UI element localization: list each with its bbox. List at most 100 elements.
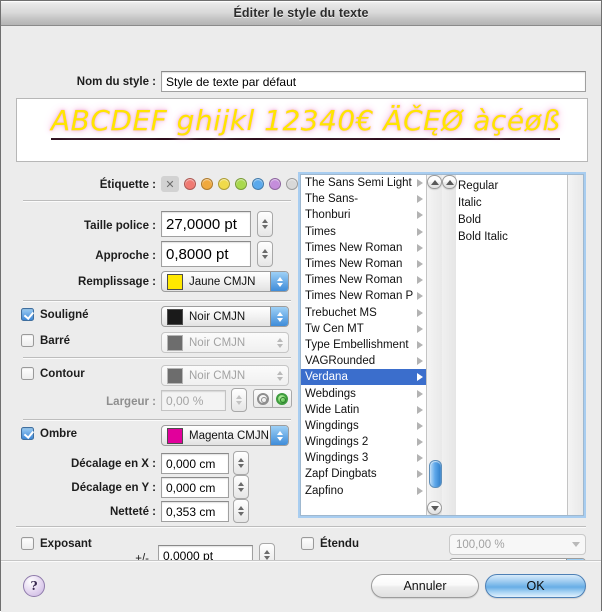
checkbox-box	[21, 308, 34, 321]
font-list-item-label: Times New Roman	[305, 258, 403, 271]
font-list-item[interactable]: Times New Roman	[301, 240, 426, 256]
tracking-input[interactable]: 0,8000 pt	[161, 241, 251, 267]
font-list-item[interactable]: Verdana	[301, 369, 426, 386]
font-style-item[interactable]: Italic	[456, 194, 554, 211]
cancel-button[interactable]: Annuler	[371, 574, 479, 598]
outline-width-stepper[interactable]	[231, 388, 247, 412]
chevron-right-icon	[417, 373, 423, 382]
shadow-color-swatch	[167, 427, 183, 444]
font-size-stepper[interactable]	[257, 211, 273, 237]
tag-dot-purple[interactable]	[269, 178, 281, 190]
font-list-item[interactable]: Wide Latin	[301, 402, 426, 418]
font-list-item-label: Times	[305, 225, 336, 238]
style-name-input[interactable]: Style de texte par défaut	[161, 71, 586, 92]
font-list-item[interactable]: Trebuchet MS	[301, 305, 426, 321]
style-list-scrollbar[interactable]	[442, 175, 457, 515]
stepper-up-icon	[238, 506, 244, 510]
font-list-item[interactable]: VAGRounded	[301, 353, 426, 369]
checkbox-box	[21, 537, 34, 550]
chevron-updown-icon	[271, 366, 288, 385]
font-list-item[interactable]: Times New Roman P	[301, 288, 426, 304]
font-list-item[interactable]: Times New Roman	[301, 272, 426, 288]
font-list-item[interactable]: Times New Roman	[301, 256, 426, 272]
superscript-checkbox[interactable]: Exposant	[21, 537, 92, 550]
font-list-item-label: The Sans-	[305, 193, 359, 206]
tag-dot-yellow[interactable]	[218, 178, 230, 190]
font-list-item-label: Times New Roman	[305, 241, 403, 254]
font-list-item[interactable]: Zapf Dingbats	[301, 466, 426, 482]
outline-checkbox[interactable]: Contour	[21, 367, 85, 380]
tag-dot-blue[interactable]	[252, 178, 264, 190]
tracking-stepper[interactable]	[257, 241, 273, 267]
font-list-item[interactable]: Wingdings 3	[301, 450, 426, 466]
shadow-blur-label: Netteté :	[109, 506, 156, 518]
ok-button[interactable]: OK	[485, 574, 586, 598]
fill-color-popup[interactable]: Jaune CMJN	[161, 271, 289, 292]
font-list-item[interactable]: The Sans-	[301, 191, 426, 207]
font-style-item[interactable]: Regular	[456, 177, 554, 194]
font-list-item[interactable]: Zapfino	[301, 483, 426, 499]
tag-dot-gray[interactable]	[286, 178, 298, 190]
divider-1	[23, 200, 291, 201]
chevron-right-icon	[417, 438, 423, 447]
font-list-item[interactable]: Times	[301, 224, 426, 240]
shadow-offset-x-stepper[interactable]	[233, 451, 249, 475]
scrollbar-thumb[interactable]	[429, 460, 442, 488]
preview-sample-text: ABCDEF ghijkl 12340€ ÄČĘØ àçéøß	[51, 104, 561, 140]
font-list-item-label: Type Embellishment	[305, 338, 409, 351]
panel-right-scrollbar[interactable]	[567, 175, 583, 515]
tag-none-button[interactable]: ✕	[161, 176, 179, 192]
underline-label: Souligné	[40, 308, 89, 321]
font-list-item[interactable]: Type Embellishment	[301, 337, 426, 353]
extended-label: Étendu	[320, 537, 359, 550]
shadow-blur-input[interactable]: 0,353 cm	[161, 501, 229, 522]
font-list-item[interactable]: Thonburi	[301, 207, 426, 223]
outline-color-swatch	[167, 367, 183, 384]
font-style-item[interactable]: Bold	[456, 211, 554, 228]
font-list-item[interactable]: Wingdings 2	[301, 434, 426, 450]
font-list-item-label: Wingdings	[305, 419, 359, 432]
font-list-scrollbar[interactable]	[426, 175, 442, 515]
font-list-item[interactable]: The Sans Semi Light	[301, 175, 426, 191]
chevron-updown-icon	[271, 333, 288, 352]
outline-label: Contour	[40, 367, 85, 380]
help-button[interactable]: ?	[23, 575, 45, 597]
shadow-color-popup[interactable]: Magenta CMJN	[161, 425, 289, 446]
strikethrough-color-popup[interactable]: Noir CMJN	[161, 332, 289, 353]
font-style-item[interactable]: Bold Italic	[456, 228, 554, 245]
shadow-offset-y-stepper[interactable]	[233, 475, 249, 499]
tag-dot-orange[interactable]	[201, 178, 213, 190]
font-family-list[interactable]: The Sans Semi Light The Sans- Thonburi Time…	[301, 175, 426, 515]
shadow-checkbox[interactable]: Ombre	[21, 427, 77, 440]
extended-value-combo[interactable]: 100,00 %	[449, 534, 586, 555]
shadow-offset-x-input[interactable]: 0,000 cm	[161, 453, 229, 474]
underline-checkbox[interactable]: Souligné	[21, 308, 89, 321]
tag-color-row: ✕	[161, 176, 298, 192]
tag-dot-green[interactable]	[235, 178, 247, 190]
underline-color-popup[interactable]: Noir CMJN	[161, 306, 289, 327]
font-list-item[interactable]: Webdings	[301, 385, 426, 401]
tag-dot-red[interactable]	[184, 178, 196, 190]
extended-checkbox[interactable]: Étendu	[301, 537, 359, 550]
shadow-blur-stepper[interactable]	[233, 499, 249, 523]
scroll-up-icon[interactable]	[442, 175, 457, 189]
scroll-down-icon[interactable]	[427, 501, 442, 515]
font-size-label: Taille police :	[84, 220, 156, 232]
outline-width-input[interactable]: 0,00 %	[161, 390, 226, 411]
chevron-right-icon	[417, 357, 423, 366]
outline-color-popup[interactable]: Noir CMJN	[161, 365, 289, 386]
font-style-list[interactable]: Regular Italic Bold Bold Italic	[442, 175, 568, 515]
font-size-input[interactable]: 27,0000 pt	[161, 211, 251, 237]
scroll-up-icon[interactable]	[427, 175, 442, 189]
strikethrough-checkbox[interactable]: Barré	[21, 334, 70, 347]
chevron-updown-icon	[270, 272, 288, 291]
font-list-item-label: Zapf Dingbats	[305, 468, 377, 481]
font-list-item[interactable]: Wingdings	[301, 418, 426, 434]
outline-inside-toggle[interactable]	[272, 389, 292, 408]
chevron-right-icon	[417, 486, 423, 495]
shadow-offset-y-input[interactable]: 0,000 cm	[161, 477, 229, 498]
outline-outside-toggle[interactable]	[253, 389, 273, 408]
font-list-item[interactable]: Tw Cen MT	[301, 321, 426, 337]
shadow-offset-y-label: Décalage en Y :	[71, 482, 156, 494]
stepper-down-icon	[238, 512, 244, 516]
